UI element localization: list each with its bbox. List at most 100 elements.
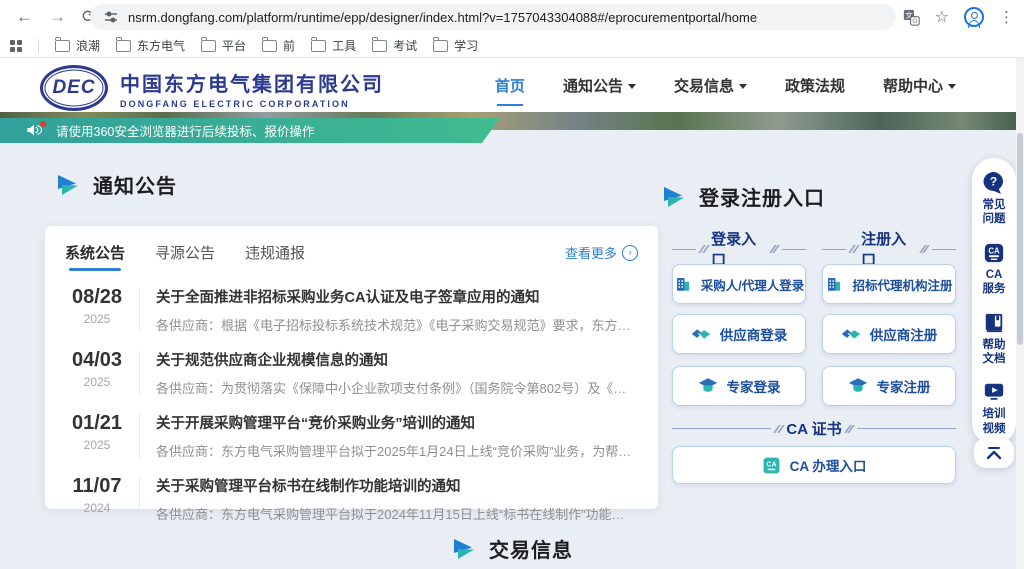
- bookmark-star-icon[interactable]: ☆: [935, 7, 949, 27]
- hero-banner-strip: 请使用360安全浏览器进行后续投标、报价操作: [0, 112, 1024, 143]
- bookmark-folder-dongfang[interactable]: 东方电气: [116, 37, 185, 54]
- bookmark-folder-front[interactable]: 前: [262, 37, 295, 54]
- dec-logo-icon: DEC: [40, 65, 108, 111]
- training-videos-button[interactable]: 培训视频: [980, 381, 1008, 436]
- announcement-desc: 各供应商：为贯彻落实《保障中小企业款项支付条例》（国务院令第802号）及《中小企…: [156, 378, 634, 397]
- announcement-title[interactable]: 关于采购管理平台标书在线制作功能培训的通知: [156, 475, 634, 496]
- announcement-title[interactable]: 关于全面推进非招标采购业务CA认证及电子签章应用的通知: [156, 286, 634, 307]
- nav-item-notices[interactable]: 通知公告: [563, 75, 636, 96]
- announcements-section-title: 通知公告: [56, 170, 177, 199]
- apps-grid-icon[interactable]: [10, 40, 22, 52]
- ca-cert-header: CA 证书: [672, 418, 956, 439]
- chevron-right-circle-icon: ›: [622, 245, 638, 261]
- profile-avatar-icon[interactable]: [964, 7, 984, 27]
- announcement-row[interactable]: 01/21 2025 关于开展采购管理平台“竞价采购业务”培训的通知 各供应商：…: [65, 412, 638, 460]
- folder-icon: [55, 40, 70, 52]
- help-docs-button[interactable]: 帮助文档: [980, 312, 1008, 367]
- main-nav: 首页 通知公告 交易信息 政策法规 帮助中心: [495, 58, 956, 112]
- arrow-badge-icon: [452, 538, 476, 560]
- svg-text:CA: CA: [766, 460, 776, 468]
- folder-icon: [262, 40, 277, 52]
- help-doc-icon: [983, 312, 1005, 334]
- ca-badge-icon: CA: [762, 456, 781, 475]
- expert-register-button[interactable]: 专家注册: [822, 366, 956, 406]
- nav-item-home[interactable]: 首页: [495, 75, 525, 96]
- folder-icon: [201, 40, 216, 52]
- back-to-top-button[interactable]: [974, 438, 1014, 468]
- building-icon: [825, 275, 843, 293]
- tab-sourcing-notices[interactable]: 寻源公告: [155, 242, 215, 271]
- ca-service-button[interactable]: CA CA 服务: [980, 242, 1008, 297]
- divider: [139, 477, 140, 521]
- notice-text: 请使用360安全浏览器进行后续投标、报价操作: [56, 121, 314, 140]
- folder-icon: [116, 40, 131, 52]
- announcement-date: 04/03 2025: [65, 349, 129, 389]
- announcements-card: 系统公告 寻源公告 违规通报 查看更多 › 08/28 2025 关于全面推进非…: [45, 226, 658, 509]
- chevron-down-icon: [739, 84, 747, 89]
- url-text: nsrm.dongfang.com/platform/runtime/epp/d…: [128, 10, 757, 25]
- bid-agency-register-button[interactable]: 招标代理机构注册: [822, 264, 956, 304]
- divider: [139, 351, 140, 395]
- bookmark-folder-tools[interactable]: 工具: [311, 37, 356, 54]
- scrollbar-thumb[interactable]: [1017, 133, 1023, 345]
- view-more-link[interactable]: 查看更多 ›: [565, 243, 638, 270]
- supplier-login-button[interactable]: 供应商登录: [672, 314, 806, 354]
- announcement-row[interactable]: 11/07 2024 关于采购管理平台标书在线制作功能培训的通知 各供应商：东方…: [65, 475, 638, 523]
- browser-toolbar: ← → ⟳ nsrm.dongfang.com/platform/runtime…: [0, 0, 1024, 34]
- svg-text:CA: CA: [988, 246, 1000, 255]
- expert-login-button[interactable]: 专家登录: [672, 366, 806, 406]
- page-scrollbar[interactable]: [1016, 58, 1024, 569]
- announcement-row[interactable]: 08/28 2025 关于全面推进非招标采购业务CA认证及电子签章应用的通知 各…: [65, 286, 638, 334]
- announcement-desc: 各供应商：东方电气采购管理平台拟于2024年11月15日上线“标书在线制作”功能…: [156, 504, 634, 523]
- tab-system-notices[interactable]: 系统公告: [65, 242, 125, 271]
- graduation-cap-icon: [848, 377, 868, 395]
- bookmark-folder-langchao[interactable]: 浪潮: [55, 37, 100, 54]
- floating-sidebar: ? 常见问题 CA CA 服务 帮助文档: [972, 158, 1016, 445]
- back-icon[interactable]: ←: [16, 7, 33, 27]
- tab-violation-reports[interactable]: 违规通报: [245, 242, 305, 271]
- announcement-row[interactable]: 04/03 2025 关于规范供应商企业规模信息的通知 各供应商：为贯彻落实《保…: [65, 349, 638, 397]
- handshake-icon: [691, 325, 711, 343]
- arrow-badge-icon: [662, 186, 686, 208]
- svg-text:?: ?: [990, 175, 997, 189]
- purchaser-agent-login-button[interactable]: 采购人/代理人登录: [672, 264, 806, 304]
- bookmark-folder-platform[interactable]: 平台: [201, 37, 246, 54]
- browser-notice-banner: 请使用360安全浏览器进行后续投标、报价操作: [0, 118, 500, 143]
- announcement-date: 01/21 2025: [65, 412, 129, 452]
- nav-item-policies[interactable]: 政策法规: [785, 75, 845, 96]
- trade-info-section-title: 交易信息: [452, 534, 573, 563]
- supplier-register-button[interactable]: 供应商注册: [822, 314, 956, 354]
- notification-dot: [40, 121, 46, 127]
- nav-item-help-center[interactable]: 帮助中心: [883, 75, 956, 96]
- company-logo[interactable]: DEC 中国东方电气集团有限公司 DONGFANG ELECTRIC CORPO…: [40, 65, 384, 111]
- announcement-title[interactable]: 关于开展采购管理平台“竞价采购业务”培训的通知: [156, 412, 634, 433]
- announcement-date: 08/28 2025: [65, 286, 129, 326]
- question-icon: ?: [982, 171, 1006, 194]
- site-settings-icon[interactable]: [104, 10, 118, 24]
- company-name-cn: 中国东方电气集团有限公司: [120, 68, 384, 97]
- browser-menu-icon[interactable]: ⋮: [999, 8, 1014, 26]
- divider: [139, 288, 140, 332]
- chevron-down-icon: [628, 84, 636, 89]
- folder-icon: [433, 40, 448, 52]
- building-icon: [674, 275, 692, 293]
- url-bar[interactable]: nsrm.dongfang.com/platform/runtime/epp/d…: [90, 4, 896, 30]
- faq-button[interactable]: ? 常见问题: [980, 171, 1008, 227]
- divider: [139, 414, 140, 458]
- svg-text:G: G: [912, 18, 917, 25]
- login-register-section-title: 登录注册入口: [662, 182, 825, 211]
- translate-icon[interactable]: 文 G: [903, 9, 920, 26]
- bookmark-folder-study[interactable]: 学习: [433, 37, 478, 54]
- nav-item-trade-info[interactable]: 交易信息: [674, 75, 747, 96]
- chevron-down-icon: [948, 84, 956, 89]
- bookmark-folder-exam[interactable]: 考试: [372, 37, 417, 54]
- page: ← → ⟳ nsrm.dongfang.com/platform/runtime…: [0, 0, 1024, 569]
- announcement-date: 11/07 2024: [65, 475, 129, 515]
- ca-apply-button[interactable]: CA CA 办理入口: [672, 446, 956, 484]
- bookmarks-bar: 浪潮 东方电气 平台 前 工具 考试 学习: [0, 34, 1024, 58]
- divider: [38, 39, 39, 53]
- folder-icon: [372, 40, 387, 52]
- forward-icon[interactable]: →: [49, 7, 66, 27]
- announcement-title[interactable]: 关于规范供应商企业规模信息的通知: [156, 349, 634, 370]
- announcement-desc: 各供应商：根据《电子招标投标系统技术规范》《电子采购交易规范》要求，东方电气采购…: [156, 315, 634, 334]
